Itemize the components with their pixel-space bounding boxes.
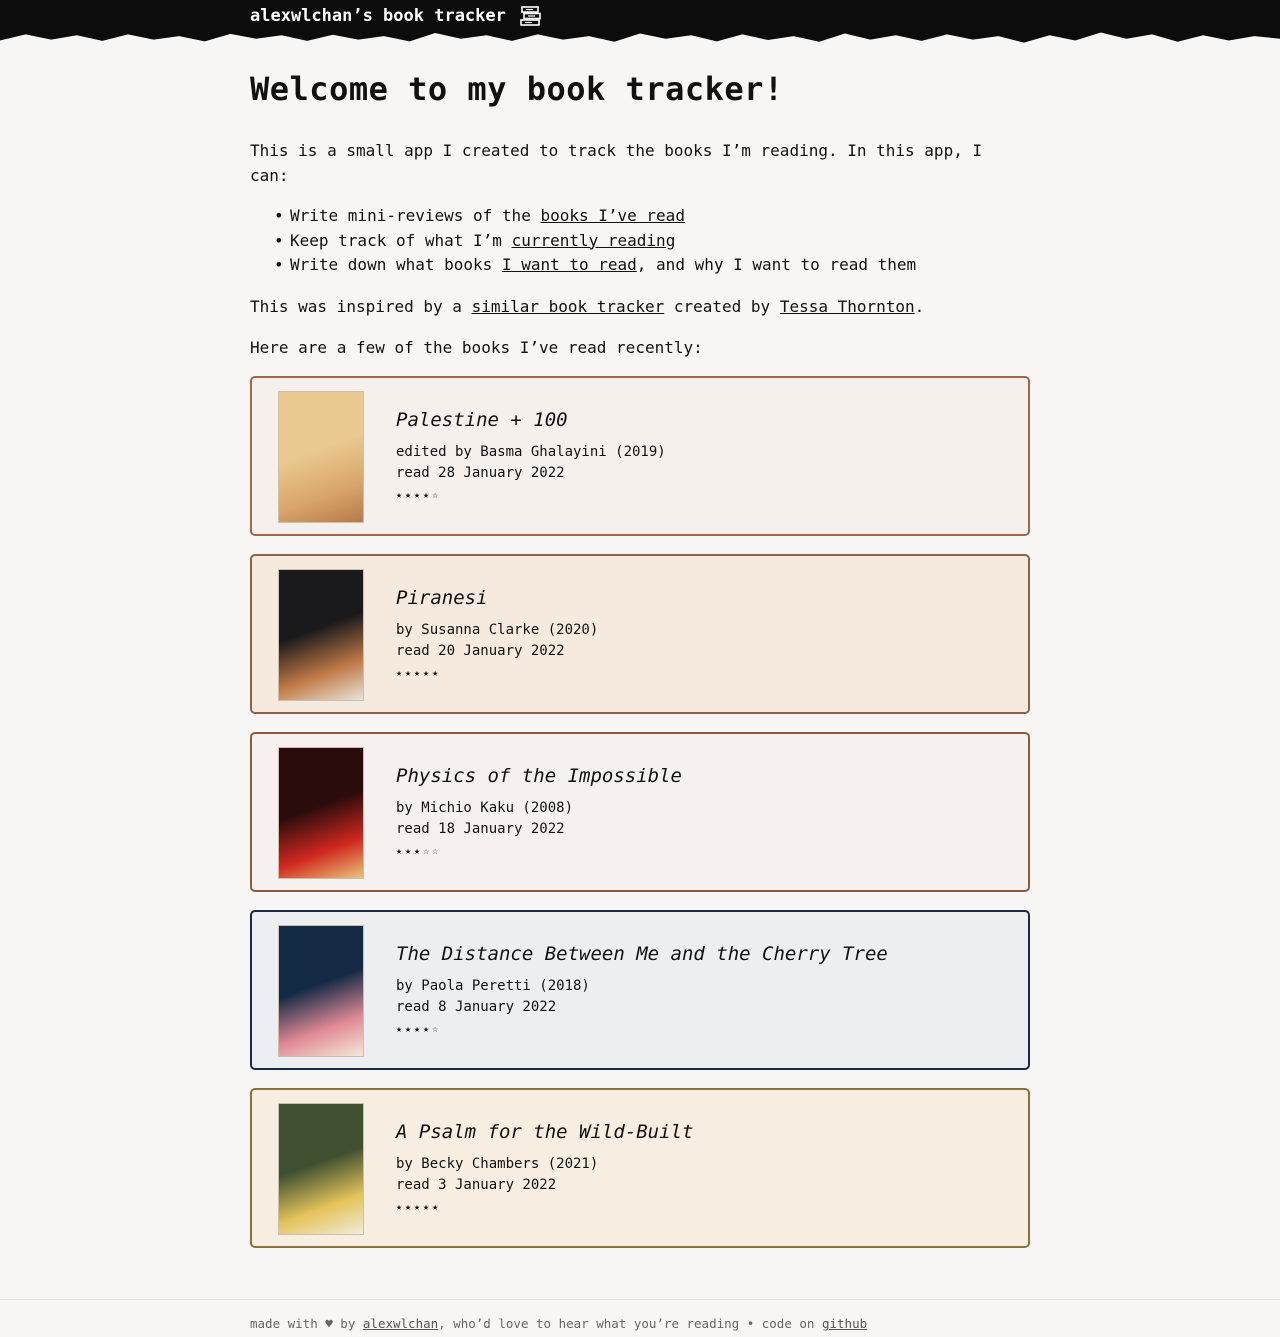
book-read-date: read 20 January 2022 bbox=[396, 643, 565, 659]
author-link[interactable]: alexwlchan bbox=[363, 1316, 438, 1331]
book-title[interactable]: The Distance Between Me and the Cherry T… bbox=[396, 942, 888, 966]
book-byline: by Susanna Clarke (2020) bbox=[396, 621, 599, 638]
tessa-thornton-link[interactable]: Tessa Thornton bbox=[780, 297, 915, 316]
want-to-read-link[interactable]: I want to read bbox=[502, 255, 637, 274]
book-card[interactable]: Piranesi by Susanna Clarke (2020) read 2… bbox=[250, 553, 1030, 714]
currently-reading-link[interactable]: currently reading bbox=[512, 231, 676, 250]
page-title: Welcome to my book tracker! bbox=[250, 70, 784, 108]
book-list: Palestine + 100 edited by Basma Ghalayin… bbox=[250, 375, 1030, 1248]
book-title[interactable]: Piranesi bbox=[396, 586, 598, 610]
book-cover[interactable] bbox=[278, 568, 364, 701]
book-card[interactable]: The Distance Between Me and the Cherry T… bbox=[250, 909, 1030, 1070]
star-rating: ★★★★☆ bbox=[396, 1023, 442, 1035]
book-byline: by Michio Kaku (2008) bbox=[396, 799, 574, 816]
book-title[interactable]: Palestine + 100 bbox=[396, 408, 666, 432]
books-icon bbox=[520, 6, 541, 26]
book-card[interactable]: A Psalm for the Wild-Built by Becky Cham… bbox=[250, 1087, 1030, 1248]
book-info: The Distance Between Me and the Cherry T… bbox=[396, 942, 888, 1041]
book-read-date: read 18 January 2022 bbox=[396, 821, 565, 837]
book-cover[interactable] bbox=[278, 746, 364, 879]
book-card[interactable]: Palestine + 100 edited by Basma Ghalayin… bbox=[250, 375, 1030, 536]
feature-item-want: Write down what books I want to read, an… bbox=[274, 253, 1030, 278]
star-rating: ★★★★★ bbox=[396, 1201, 442, 1213]
book-title[interactable]: Physics of the Impossible bbox=[396, 764, 682, 788]
books-read-link[interactable]: books I’ve read bbox=[540, 206, 685, 225]
book-read-date: read 3 January 2022 bbox=[396, 1177, 557, 1193]
book-read-date: read 8 January 2022 bbox=[396, 999, 557, 1015]
book-read-date: read 28 January 2022 bbox=[396, 465, 565, 481]
feature-item-reading: Keep track of what I’m currently reading bbox=[274, 229, 1030, 254]
footer: made with ♥ by alexwlchan, who’d love to… bbox=[250, 1316, 868, 1331]
book-byline: by Becky Chambers (2021) bbox=[396, 1155, 599, 1172]
feature-item-read: Write mini-reviews of the books I’ve rea… bbox=[274, 204, 1030, 229]
book-info: Physics of the Impossible by Michio Kaku… bbox=[396, 764, 682, 863]
book-cover[interactable] bbox=[278, 390, 364, 523]
book-byline: by Paola Peretti (2018) bbox=[396, 977, 590, 994]
book-cover[interactable] bbox=[278, 924, 364, 1057]
inspired-text: This was inspired by a similar book trac… bbox=[250, 296, 925, 316]
book-info: Palestine + 100 edited by Basma Ghalayin… bbox=[396, 408, 666, 507]
book-title[interactable]: A Psalm for the Wild-Built bbox=[396, 1120, 693, 1144]
site-header bbox=[0, 0, 1280, 43]
main-content: Welcome to my book tracker! This is a sm… bbox=[250, 70, 1030, 1248]
book-card[interactable]: Physics of the Impossible by Michio Kaku… bbox=[250, 731, 1030, 892]
recent-intro: Here are a few of the books I’ve read re… bbox=[250, 337, 703, 357]
star-rating: ★★★★☆ bbox=[396, 489, 442, 501]
site-title-text[interactable]: alexwlchan’s book tracker bbox=[250, 6, 506, 26]
intro-text: This is a small app I created to track t… bbox=[250, 141, 983, 185]
star-rating: ★★★☆☆ bbox=[396, 845, 442, 857]
feature-list: Write mini-reviews of the books I’ve rea… bbox=[250, 204, 1030, 278]
book-byline: edited by Basma Ghalayini (2019) bbox=[396, 443, 666, 460]
site-title[interactable]: alexwlchan’s book tracker bbox=[250, 6, 542, 26]
similar-tracker-link[interactable]: similar book tracker bbox=[472, 297, 665, 316]
book-cover[interactable] bbox=[278, 1102, 364, 1235]
footer-divider bbox=[0, 1299, 1280, 1300]
github-link[interactable]: github bbox=[822, 1316, 867, 1331]
star-rating: ★★★★★ bbox=[396, 667, 442, 679]
book-info: Piranesi by Susanna Clarke (2020) read 2… bbox=[396, 586, 598, 685]
book-info: A Psalm for the Wild-Built by Becky Cham… bbox=[396, 1120, 693, 1219]
